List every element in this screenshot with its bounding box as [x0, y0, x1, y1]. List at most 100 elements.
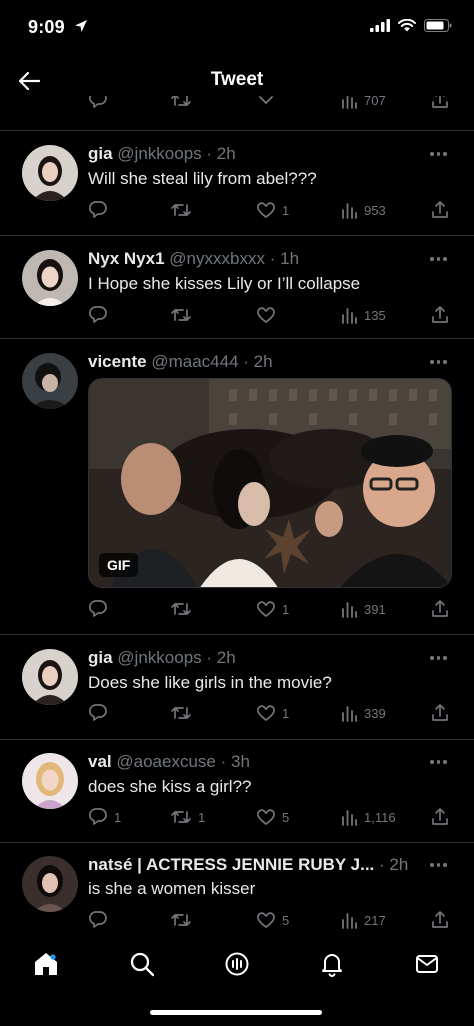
messages-icon[interactable] [407, 944, 447, 984]
like-count: 1 [282, 601, 290, 617]
views-icon [342, 308, 357, 324]
timestamp: 2h [216, 144, 236, 163]
display-name[interactable]: gia [88, 648, 113, 667]
tweet-header: gia @jnkkoops · 2h [88, 648, 414, 668]
views-count: 953 [364, 202, 386, 218]
separator-dot: · [206, 144, 213, 163]
share-button[interactable] [430, 701, 450, 725]
like-button[interactable]: 5 [256, 908, 289, 932]
display-name[interactable]: gia [88, 144, 113, 163]
reply-icon[interactable] [88, 96, 108, 112]
reply-icon [89, 808, 107, 825]
separator-dot: · [379, 855, 385, 874]
retweet-icon [171, 914, 191, 926]
retweet-button[interactable] [170, 198, 198, 222]
reply-button[interactable] [88, 908, 114, 932]
spaces-icon[interactable] [217, 944, 257, 984]
username[interactable]: @jnkkoops [117, 648, 201, 667]
tweet-text: Does she like girls in the movie? [88, 673, 332, 692]
reply-button[interactable]: 1 [88, 805, 121, 829]
reply-tweet[interactable]: gia @jnkkoops · 2h Does she like girls i… [0, 635, 474, 739]
reply-tweet[interactable]: Nyx Nyx1 @nyxxxbxxx · 1h I Hope she kiss… [0, 236, 474, 338]
retweet-icon [171, 811, 191, 823]
username[interactable]: @aoaexcuse [116, 752, 216, 771]
more-options-icon[interactable] [430, 359, 450, 365]
more-options-icon[interactable] [430, 759, 450, 765]
retweet-button[interactable] [170, 908, 198, 932]
notifications-icon[interactable] [312, 944, 352, 984]
heart-icon [257, 202, 275, 218]
retweet-button[interactable] [170, 701, 198, 725]
more-options-icon[interactable] [430, 151, 450, 157]
retweet-button[interactable] [170, 303, 198, 327]
share-button[interactable] [430, 805, 450, 829]
search-icon[interactable] [122, 944, 162, 984]
reply-button[interactable] [88, 198, 114, 222]
share-icon [432, 704, 448, 721]
avatar[interactable] [22, 145, 78, 201]
share-button[interactable] [430, 198, 450, 222]
views-button[interactable]: 391 [340, 597, 386, 621]
views-button[interactable]: 135 [340, 303, 386, 327]
reply-icon [89, 911, 107, 928]
like-button[interactable]: 1 [256, 597, 289, 621]
views-icon [342, 203, 357, 219]
timestamp: 3h [231, 752, 250, 771]
avatar[interactable] [22, 649, 78, 705]
retweet-button[interactable]: 1 [170, 805, 205, 829]
retweet-icon[interactable] [170, 96, 192, 112]
timestamp: 1h [280, 249, 300, 268]
tweet-actions: 1 339 [88, 701, 452, 725]
username[interactable]: @jnkkoops [117, 144, 201, 163]
chevron-down-icon[interactable] [256, 96, 276, 112]
reply-button[interactable] [88, 597, 114, 621]
avatar[interactable] [22, 250, 78, 306]
reply-tweet[interactable]: val @aoaexcuse · 3h does she kiss a girl… [0, 740, 474, 842]
display-name[interactable]: val [88, 752, 112, 771]
display-name[interactable]: vicente [88, 352, 147, 371]
retweet-button[interactable] [170, 597, 198, 621]
username[interactable]: @maac444 [151, 352, 238, 371]
share-button[interactable] [430, 908, 450, 932]
display-name[interactable]: Nyx Nyx1 [88, 249, 165, 268]
share-icon [432, 911, 448, 928]
username[interactable]: @nyxxxbxxx [169, 249, 265, 268]
tweet-actions: 5 217 [88, 908, 452, 932]
avatar[interactable] [22, 856, 78, 912]
more-options-icon[interactable] [430, 256, 450, 262]
views-button[interactable]: 339 [340, 701, 386, 725]
display-name[interactable]: natsé | ACTRESS JENNIE RUBY J... [88, 855, 374, 874]
retweet-icon [171, 309, 191, 321]
reply-tweet[interactable]: gia @jnkkoops · 2h Will she steal lily f… [0, 131, 474, 235]
views-button[interactable]: 217 [340, 908, 386, 932]
share-button[interactable] [430, 597, 450, 621]
tweet-header: val @aoaexcuse · 3h [88, 752, 414, 772]
views-icon[interactable]: 707 [340, 96, 386, 112]
home-icon[interactable] [26, 944, 66, 984]
share-button[interactable] [430, 303, 450, 327]
like-button[interactable] [256, 303, 282, 327]
share-icon [432, 600, 448, 617]
tweet-actions: 1 391 [88, 597, 452, 621]
home-indicator [150, 1010, 322, 1015]
avatar[interactable] [22, 353, 78, 409]
like-button[interactable]: 1 [256, 701, 289, 725]
reply-icon [89, 201, 107, 218]
reply-button[interactable] [88, 303, 114, 327]
avatar[interactable] [22, 753, 78, 809]
like-button[interactable]: 5 [256, 805, 289, 829]
heart-icon [257, 912, 275, 928]
bottom-tab-bar [0, 936, 474, 1026]
more-options-icon[interactable] [430, 655, 450, 661]
reply-tweet[interactable]: natsé | ACTRESS JENNIE RUBY J... · 2h is… [0, 843, 474, 937]
like-button[interactable]: 1 [256, 198, 289, 222]
reply-button[interactable] [88, 701, 114, 725]
views-button[interactable]: 1,116 [340, 805, 396, 829]
gif-media[interactable]: GIF [88, 378, 452, 588]
reply-icon [89, 600, 107, 617]
views-button[interactable]: 953 [340, 198, 386, 222]
views-count: 217 [364, 912, 386, 928]
views-icon [342, 810, 357, 826]
more-options-icon[interactable] [430, 862, 450, 868]
share-icon[interactable] [430, 96, 450, 112]
